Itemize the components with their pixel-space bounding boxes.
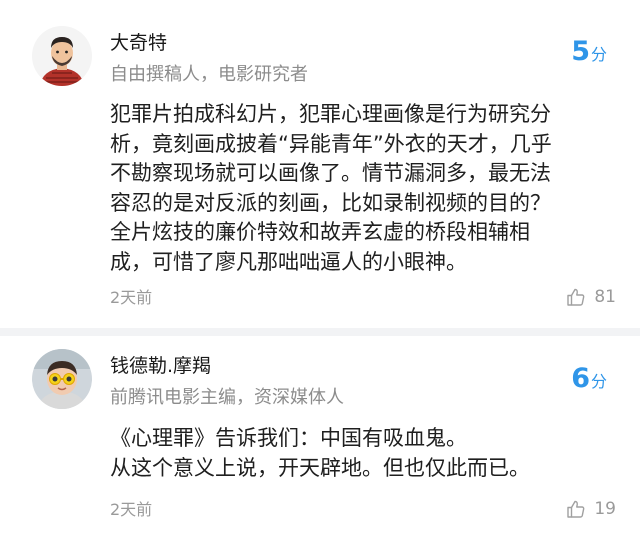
review-text: 《心理罪》告诉我们：中国有吸血鬼。 从这个意义上说，开天辟地。但也仅此而已。 [110,426,530,480]
score-value: 5 [571,36,590,67]
thumbs-up-icon [566,287,586,307]
like-count: 81 [594,287,616,307]
like-button[interactable]: 19 [566,498,616,520]
like-button[interactable]: 81 [566,286,616,308]
cartoon-man-avatar-icon [32,26,92,86]
section-divider [0,328,640,336]
review-card: 大奇特 自由撰稿人，电影研究者 5分 犯罪片拍成科幻片，犯罪心理画像是行为研究分… [0,0,640,336]
avatar[interactable] [32,26,92,86]
thumbs-up-icon [566,499,586,519]
score-badge: 6分 [571,364,607,397]
timestamp: 2天前 [110,500,153,519]
user-title: 自由撰稿人，电影研究者 [110,64,308,85]
child-sunglasses-avatar-icon [32,349,92,409]
score-unit: 分 [590,45,607,64]
user-title: 前腾讯电影主编，资深媒体人 [110,387,344,408]
timestamp: 2天前 [110,288,153,307]
avatar[interactable] [32,349,92,409]
score-unit: 分 [590,372,607,391]
review-card: 钱德勒.摩羯 前腾讯电影主编，资深媒体人 6分 《心理罪》告诉我们：中国有吸血鬼… [0,336,640,550]
username[interactable]: 大奇特 [110,31,167,55]
score-badge: 5分 [571,37,607,70]
username[interactable]: 钱德勒.摩羯 [110,354,211,378]
score-value: 6 [571,363,590,394]
review-text: 犯罪片拍成科幻片，犯罪心理画像是行为研究分 析，竟刻画成披着“异能青年”外衣的天… [110,102,552,274]
like-count: 19 [594,499,616,519]
